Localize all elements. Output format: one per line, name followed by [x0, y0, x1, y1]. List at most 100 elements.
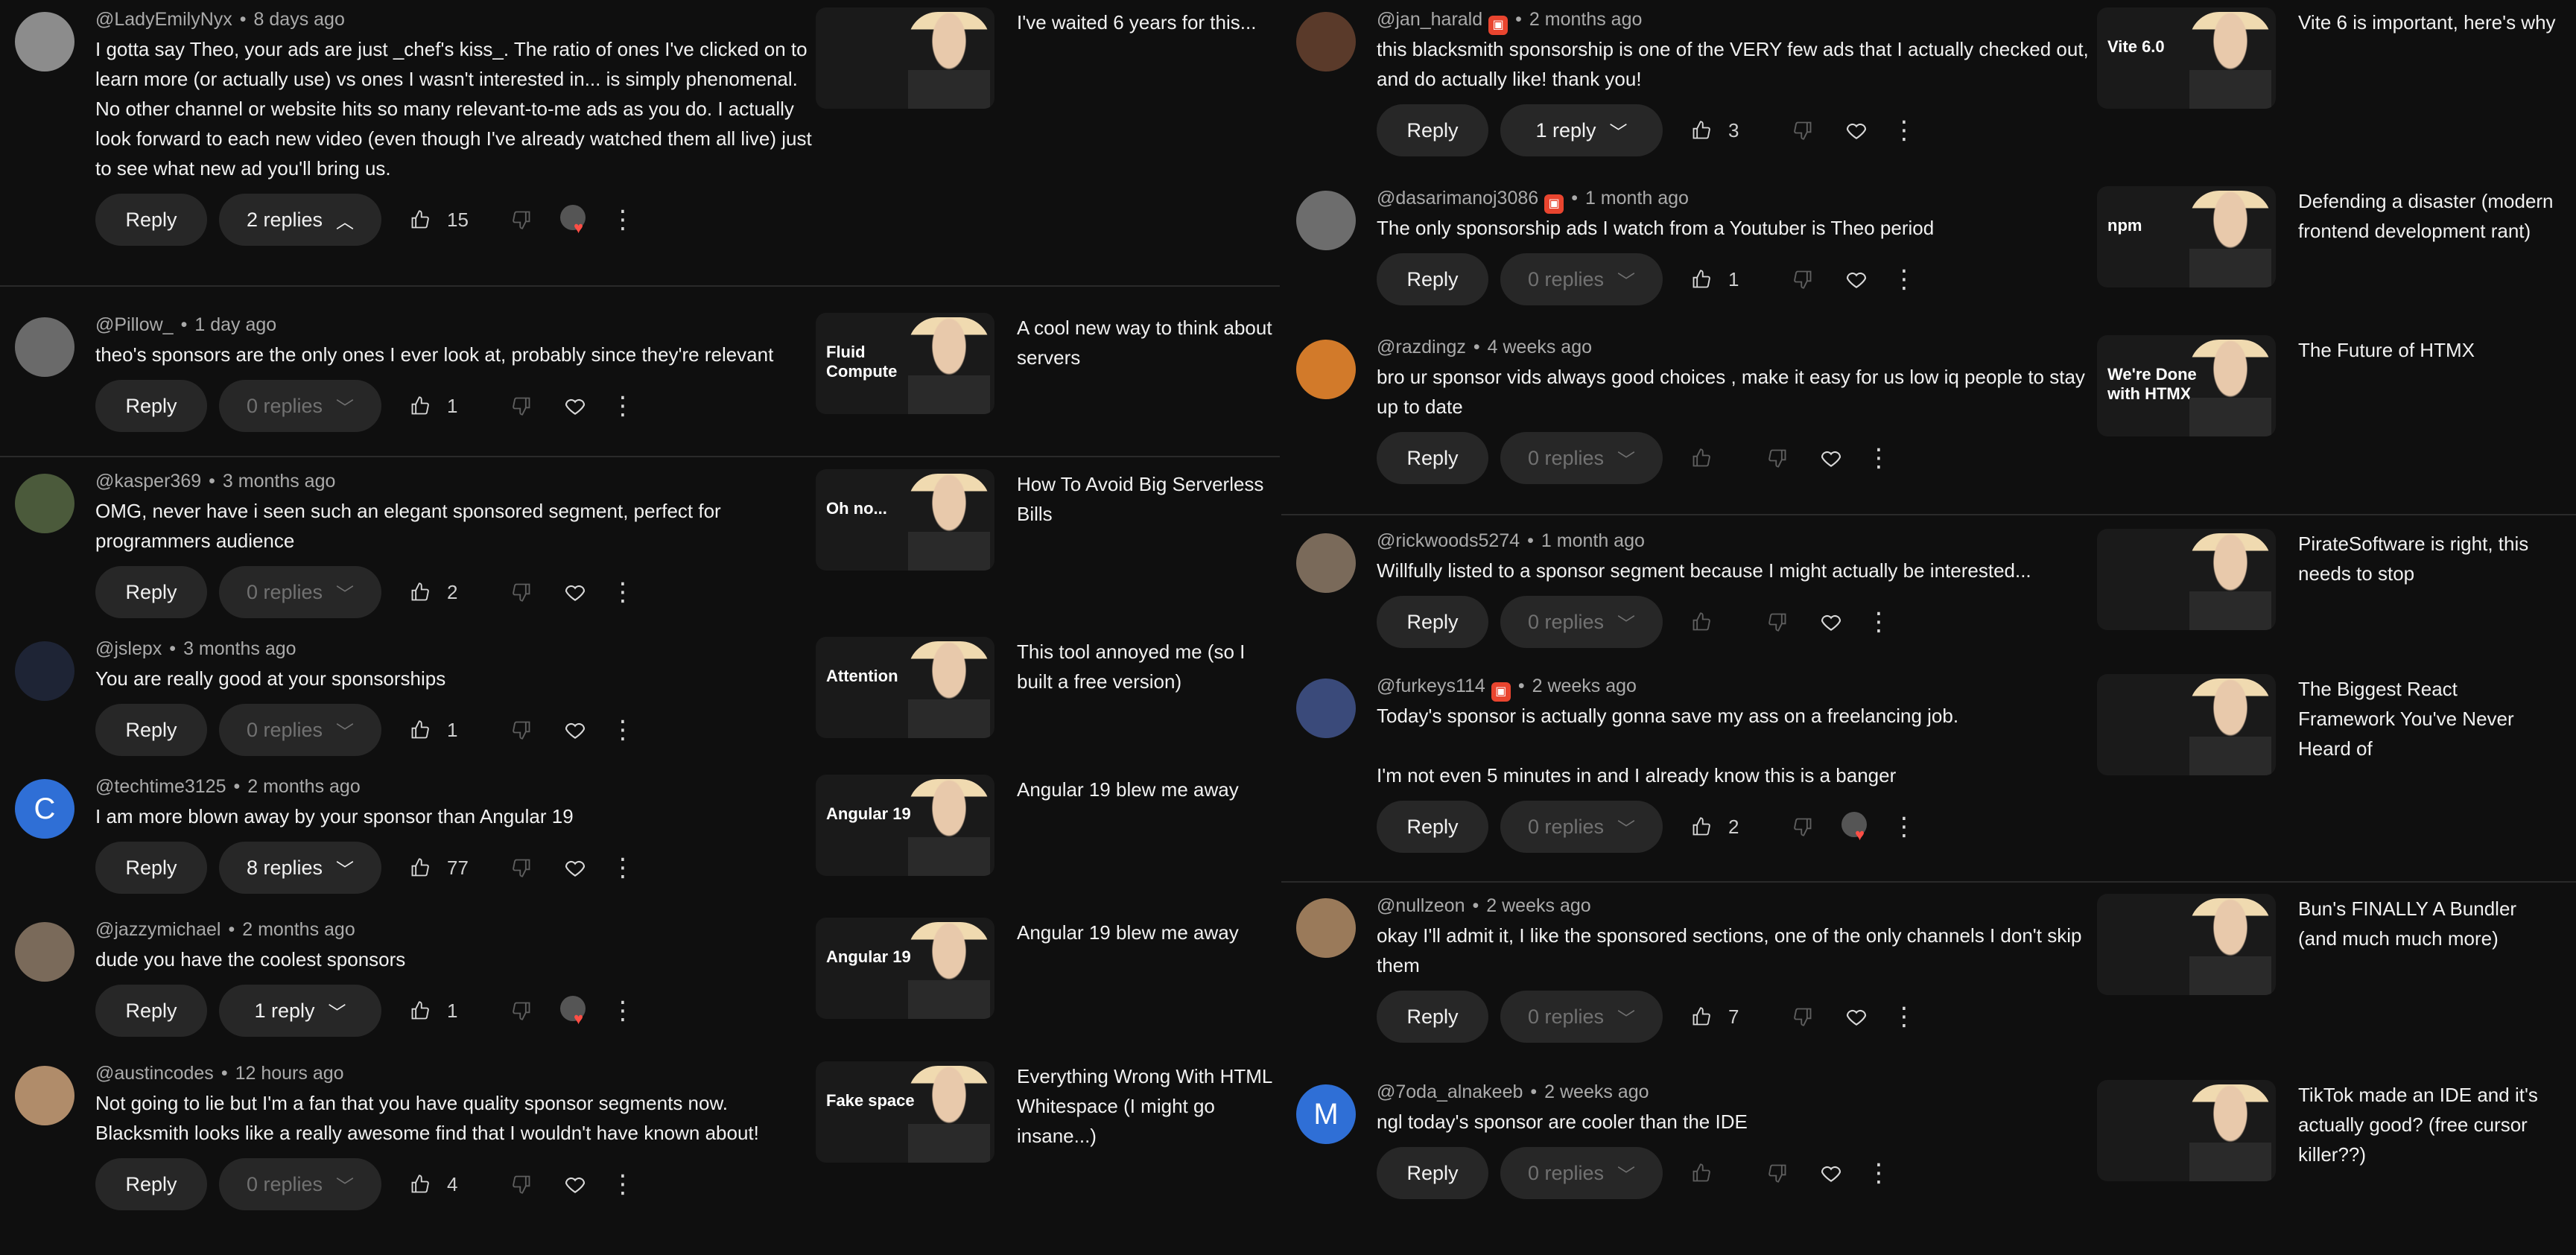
- reply-button[interactable]: Reply: [1377, 1147, 1488, 1199]
- video-title[interactable]: I've waited 6 years for this...: [1017, 7, 1278, 37]
- avatar[interactable]: [1296, 12, 1356, 72]
- heart-icon[interactable]: [1810, 601, 1852, 643]
- video-link[interactable]: Fake space Everything Wrong With HTML Whi…: [816, 1061, 1278, 1173]
- avatar[interactable]: [15, 12, 74, 72]
- video-link[interactable]: The Biggest React Framework You've Never…: [2097, 674, 2559, 786]
- more-options-icon[interactable]: ⋮: [602, 996, 644, 1026]
- replies-toggle-button[interactable]: 0 replies ﹀: [1500, 253, 1663, 305]
- like-thumb-up-icon[interactable]: [399, 571, 441, 613]
- author-handle[interactable]: @jan_harald: [1377, 9, 1482, 30]
- video-title[interactable]: TikTok made an IDE and it's actually goo…: [2298, 1080, 2559, 1169]
- reply-button[interactable]: Reply: [95, 842, 207, 894]
- comment-timestamp[interactable]: 1 day ago: [194, 314, 276, 335]
- heart-icon[interactable]: [1836, 109, 1877, 151]
- avatar[interactable]: C: [15, 779, 74, 839]
- avatar[interactable]: [1296, 679, 1356, 738]
- dislike-thumb-down-icon[interactable]: [1782, 806, 1824, 848]
- like-thumb-up-icon[interactable]: [1681, 1152, 1722, 1194]
- video-link[interactable]: Angular 19 Angular 19 blew me away: [816, 775, 1278, 886]
- replies-toggle-button[interactable]: 0 replies ﹀: [219, 380, 381, 432]
- more-options-icon[interactable]: ⋮: [602, 577, 644, 607]
- video-title[interactable]: Defending a disaster (modern frontend de…: [2298, 186, 2559, 246]
- comment-timestamp[interactable]: 1 month ago: [1585, 188, 1689, 209]
- replies-toggle-button[interactable]: 0 replies ﹀: [1500, 432, 1663, 484]
- reply-button[interactable]: Reply: [1377, 104, 1488, 156]
- avatar[interactable]: [15, 474, 74, 533]
- heart-icon[interactable]: [554, 571, 596, 613]
- heart-icon[interactable]: [1810, 437, 1852, 479]
- dislike-thumb-down-icon[interactable]: [1782, 109, 1824, 151]
- author-handle[interactable]: @techtime3125: [95, 776, 226, 797]
- replies-toggle-button[interactable]: 0 replies ﹀: [1500, 596, 1663, 648]
- replies-toggle-button[interactable]: 2 replies ︿: [219, 194, 381, 246]
- creator-heart-icon[interactable]: ♥: [554, 990, 596, 1032]
- video-title[interactable]: The Biggest React Framework You've Never…: [2298, 674, 2559, 763]
- video-title[interactable]: Bun's FINALLY A Bundler (and much much m…: [2298, 894, 2559, 953]
- heart-icon[interactable]: [1810, 1152, 1852, 1194]
- avatar[interactable]: [15, 317, 74, 377]
- replies-toggle-button[interactable]: 0 replies ﹀: [219, 1158, 381, 1210]
- video-link[interactable]: PirateSoftware is right, this needs to s…: [2097, 529, 2559, 641]
- video-title[interactable]: PirateSoftware is right, this needs to s…: [2298, 529, 2559, 588]
- more-options-icon[interactable]: ⋮: [1883, 1002, 1925, 1032]
- reply-button[interactable]: Reply: [95, 985, 207, 1037]
- video-link[interactable]: Vite 6.0 Vite 6 is important, here's why: [2097, 7, 2559, 119]
- video-link[interactable]: Fluid Compute A cool new way to think abo…: [816, 313, 1278, 425]
- heart-icon[interactable]: [554, 385, 596, 427]
- comment-timestamp[interactable]: 12 hours ago: [235, 1063, 344, 1084]
- more-options-icon[interactable]: ⋮: [1883, 264, 1925, 294]
- author-handle[interactable]: @7oda_alnakeeb: [1377, 1081, 1523, 1102]
- replies-toggle-button[interactable]: 1 reply ﹀: [1500, 104, 1663, 156]
- video-link[interactable]: npm Defending a disaster (modern frontend…: [2097, 186, 2559, 298]
- heart-icon[interactable]: [1836, 258, 1877, 300]
- replies-toggle-button[interactable]: 0 replies ﹀: [1500, 801, 1663, 853]
- more-options-icon[interactable]: ⋮: [602, 205, 644, 235]
- comment-timestamp[interactable]: 2 months ago: [1529, 9, 1643, 30]
- more-options-icon[interactable]: ⋮: [1858, 1158, 1900, 1188]
- comment-timestamp[interactable]: 3 months ago: [183, 638, 296, 659]
- video-link[interactable]: Attention This tool annoyed me (so I buil…: [816, 637, 1278, 749]
- video-title[interactable]: Angular 19 blew me away: [1017, 918, 1278, 947]
- avatar[interactable]: M: [1296, 1084, 1356, 1144]
- comment-timestamp[interactable]: 2 weeks ago: [1544, 1081, 1649, 1102]
- avatar[interactable]: [15, 641, 74, 701]
- author-handle[interactable]: @kasper369: [95, 471, 201, 492]
- video-thumbnail[interactable]: [2097, 674, 2276, 775]
- avatar[interactable]: [1296, 191, 1356, 250]
- author-handle[interactable]: @furkeys114: [1377, 676, 1485, 696]
- reply-button[interactable]: Reply: [1377, 253, 1488, 305]
- dislike-thumb-down-icon[interactable]: [1757, 601, 1798, 643]
- author-handle[interactable]: @austincodes: [95, 1063, 214, 1084]
- video-link[interactable]: Bun's FINALLY A Bundler (and much much m…: [2097, 894, 2559, 1005]
- video-link[interactable]: Angular 19 Angular 19 blew me away: [816, 918, 1278, 1029]
- like-thumb-up-icon[interactable]: [399, 199, 441, 241]
- dislike-thumb-down-icon[interactable]: [501, 1163, 542, 1205]
- avatar[interactable]: [1296, 898, 1356, 958]
- dislike-thumb-down-icon[interactable]: [1757, 437, 1798, 479]
- video-thumbnail[interactable]: [2097, 894, 2276, 995]
- video-title[interactable]: Angular 19 blew me away: [1017, 775, 1278, 804]
- video-title[interactable]: This tool annoyed me (so I built a free …: [1017, 637, 1278, 696]
- like-thumb-up-icon[interactable]: [1681, 806, 1722, 848]
- comment-timestamp[interactable]: 1 month ago: [1541, 530, 1645, 551]
- video-link[interactable]: We're Done with HTMX The Future of HTMX: [2097, 335, 2559, 447]
- video-thumbnail[interactable]: Vite 6.0: [2097, 7, 2276, 109]
- replies-toggle-button[interactable]: 0 replies ﹀: [1500, 991, 1663, 1043]
- like-thumb-up-icon[interactable]: [1681, 258, 1722, 300]
- author-handle[interactable]: @jslepx: [95, 638, 162, 659]
- author-handle[interactable]: @rickwoods5274: [1377, 530, 1520, 551]
- avatar[interactable]: [15, 1066, 74, 1125]
- comment-timestamp[interactable]: 2 months ago: [247, 776, 361, 797]
- replies-toggle-button[interactable]: 8 replies ﹀: [219, 842, 381, 894]
- like-thumb-up-icon[interactable]: [399, 847, 441, 889]
- video-thumbnail[interactable]: Oh no...: [816, 469, 994, 571]
- more-options-icon[interactable]: ⋮: [1858, 443, 1900, 473]
- video-thumbnail[interactable]: [2097, 529, 2276, 630]
- heart-icon[interactable]: [554, 1163, 596, 1205]
- video-title[interactable]: How To Avoid Big Serverless Bills: [1017, 469, 1278, 529]
- video-title[interactable]: The Future of HTMX: [2298, 335, 2559, 365]
- more-options-icon[interactable]: ⋮: [1858, 607, 1900, 637]
- comment-timestamp[interactable]: 2 weeks ago: [1532, 676, 1637, 696]
- creator-heart-icon[interactable]: ♥: [1836, 806, 1877, 848]
- reply-button[interactable]: Reply: [1377, 432, 1488, 484]
